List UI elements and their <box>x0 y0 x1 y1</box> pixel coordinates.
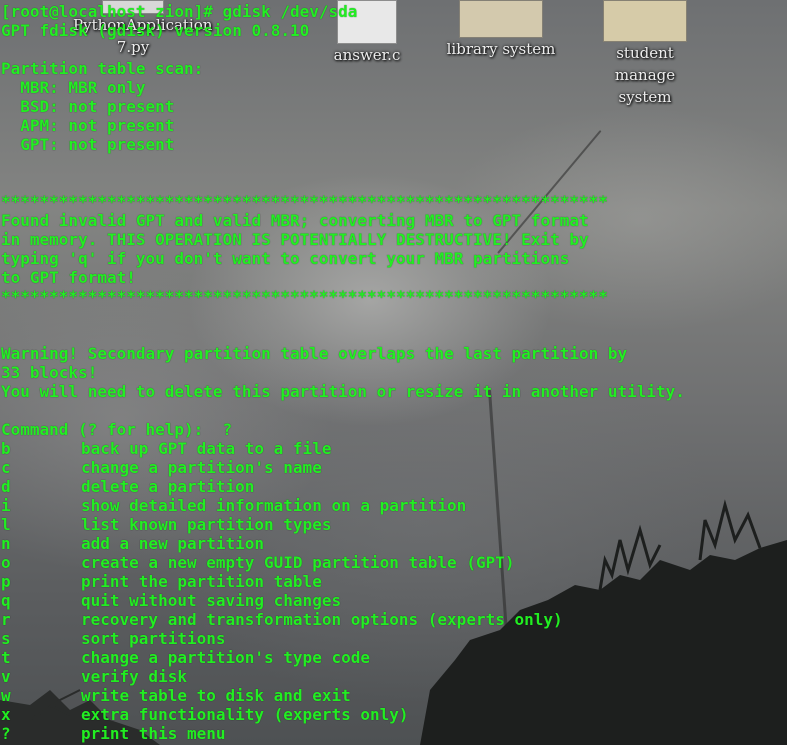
command-key: o <box>1 553 11 572</box>
command-key: t <box>1 648 11 667</box>
command-help-row: t change a partition's type code <box>1 648 761 667</box>
command-help-row: b back up GPT data to a file <box>1 439 761 458</box>
separator-stars: ****************************************… <box>1 287 608 306</box>
command-description: extra functionality (experts only) <box>81 705 409 724</box>
command-key: b <box>1 439 11 458</box>
command-help-row: x extra functionality (experts only) <box>1 705 761 724</box>
command-key: p <box>1 572 11 591</box>
command-description: create a new empty GUID partition table … <box>81 553 515 572</box>
command-description: print the partition table <box>81 572 322 591</box>
scan-result-bsd: BSD: not present <box>1 97 175 116</box>
notice-line: to GPT format! <box>1 268 136 287</box>
command-description: delete a partition <box>81 477 255 496</box>
command-key: s <box>1 629 11 648</box>
command-key: ? <box>1 724 11 743</box>
warning-line: You will need to delete this partition o… <box>1 382 685 401</box>
command-help-row: v verify disk <box>1 667 761 686</box>
command-help-row: c change a partition's name <box>1 458 761 477</box>
separator-stars: ****************************************… <box>1 192 608 211</box>
command-key: i <box>1 496 11 515</box>
command-description: quit without saving changes <box>81 591 342 610</box>
command-description: add a new partition <box>81 534 265 553</box>
warning-line: 33 blocks! <box>1 363 98 382</box>
version-line: GPT fdisk (gdisk) version 0.8.10 <box>1 21 310 40</box>
command-key: d <box>1 477 11 496</box>
command-help-row: i show detailed information on a partitio… <box>1 496 761 515</box>
command-key: r <box>1 610 11 629</box>
command-description: change a partition's name <box>81 458 322 477</box>
command-help-row: r recovery and transformation options (ex… <box>1 610 761 629</box>
command-description: recovery and transformation options (exp… <box>81 610 563 629</box>
scan-header: Partition table scan: <box>1 59 204 78</box>
scan-result-mbr: MBR: MBR only <box>1 78 146 97</box>
scan-result-gpt: GPT: not present <box>1 135 175 154</box>
command-help-row: w write table to disk and exit <box>1 686 761 705</box>
command-description: print this menu <box>81 724 226 743</box>
command-key: w <box>1 686 11 705</box>
command-description: write table to disk and exit <box>81 686 351 705</box>
command-prompt-line: Command (? for help): ? <box>1 420 233 439</box>
notice-line: in memory. THIS OPERATION IS POTENTIALLY… <box>1 230 589 249</box>
command-help-row: l list known partition types <box>1 515 761 534</box>
command-help-row: n add a new partition <box>1 534 761 553</box>
warning-line: Warning! Secondary partition table overl… <box>1 344 628 363</box>
command-help-row: d delete a partition <box>1 477 761 496</box>
notice-line: Found invalid GPT and valid MBR; convert… <box>1 211 589 230</box>
command-help-row: ? print this menu <box>1 724 761 743</box>
command-key: v <box>1 667 11 686</box>
terminal-window[interactable]: [root@localhost zion]# gdisk /dev/sda GP… <box>0 0 787 745</box>
command-key: x <box>1 705 11 724</box>
command-key: n <box>1 534 11 553</box>
command-description: change a partition's type code <box>81 648 370 667</box>
shell-prompt-line: [root@localhost zion]# gdisk /dev/sda <box>1 2 358 21</box>
command-help-row: p print the partition table <box>1 572 761 591</box>
scan-result-apm: APM: not present <box>1 116 175 135</box>
command-help-row: o create a new empty GUID partition table… <box>1 553 761 572</box>
command-description: sort partitions <box>81 629 226 648</box>
command-help-row: s sort partitions <box>1 629 761 648</box>
command-key: c <box>1 458 11 477</box>
command-key: l <box>1 515 11 534</box>
command-key: q <box>1 591 11 610</box>
command-description: list known partition types <box>81 515 332 534</box>
command-description: show detailed information on a partition <box>81 496 467 515</box>
command-description: verify disk <box>81 667 187 686</box>
command-description: back up GPT data to a file <box>81 439 332 458</box>
notice-line: typing 'q' if you don't want to convert … <box>1 249 570 268</box>
command-help-row: q quit without saving changes <box>1 591 761 610</box>
